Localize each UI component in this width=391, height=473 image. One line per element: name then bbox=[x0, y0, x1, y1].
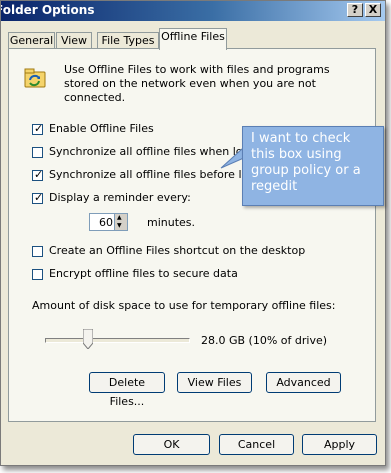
create-shortcut-checkbox[interactable] bbox=[32, 246, 43, 257]
sync-when-logging-off-checkbox[interactable] bbox=[32, 147, 43, 158]
disk-space-label: Amount of disk space to use for temporar… bbox=[32, 299, 336, 312]
close-button[interactable]: X bbox=[365, 3, 381, 17]
display-reminder-checkbox[interactable]: ✓ bbox=[32, 191, 44, 204]
display-reminder-label: Display a reminder every: bbox=[49, 191, 191, 204]
folder-options-window: Folder Options ? X General View File Typ… bbox=[0, 0, 386, 466]
disk-space-value: 28.0 GB (10% of drive) bbox=[201, 334, 328, 347]
window-title: Folder Options bbox=[0, 3, 95, 17]
encrypt-files-checkbox[interactable] bbox=[32, 269, 43, 280]
description-text: Use Offline Files to work with files and… bbox=[64, 63, 330, 104]
title-bar: Folder Options ? X bbox=[1, 1, 385, 21]
create-shortcut-label: Create an Offline Files shortcut on the … bbox=[49, 244, 306, 257]
reminder-minutes-spinner[interactable]: 60 ▲ ▼ bbox=[89, 213, 128, 231]
enable-offline-files-checkbox[interactable]: ✓ bbox=[32, 122, 44, 135]
enable-offline-files-label: Enable Offline Files bbox=[49, 122, 154, 135]
check-icon: ✓ bbox=[34, 168, 44, 181]
advanced-button[interactable]: Advanced bbox=[266, 372, 341, 393]
encrypt-files-label: Encrypt offline files to secure data bbox=[49, 267, 238, 280]
offline-files-icon bbox=[22, 65, 48, 91]
disk-space-slider[interactable] bbox=[45, 328, 190, 353]
reminder-minutes-value: 60 bbox=[99, 216, 113, 229]
cancel-button[interactable]: Cancel bbox=[219, 434, 294, 455]
tab-offline-files[interactable]: Offline Files bbox=[159, 28, 227, 50]
sync-before-logging-off-checkbox[interactable]: ✓ bbox=[32, 168, 44, 181]
check-icon: ✓ bbox=[34, 122, 44, 135]
apply-button[interactable]: Apply bbox=[302, 434, 377, 455]
slider-track bbox=[45, 338, 190, 343]
delete-files-button[interactable]: Delete Files... bbox=[89, 372, 165, 408]
spinner-arrows[interactable]: ▲ ▼ bbox=[114, 214, 127, 230]
slider-thumb[interactable] bbox=[82, 328, 94, 350]
spin-down-icon[interactable]: ▼ bbox=[117, 222, 122, 230]
minutes-label: minutes. bbox=[147, 216, 196, 229]
help-button[interactable]: ? bbox=[347, 3, 363, 17]
ok-button[interactable]: OK bbox=[133, 434, 210, 455]
check-icon: ✓ bbox=[34, 191, 44, 204]
view-files-button[interactable]: View Files bbox=[177, 372, 252, 393]
spin-up-icon[interactable]: ▲ bbox=[117, 214, 122, 222]
annotation-callout: I want to check this box using group pol… bbox=[242, 126, 384, 206]
offline-files-panel: Use Offline Files to work with files and… bbox=[8, 48, 376, 422]
